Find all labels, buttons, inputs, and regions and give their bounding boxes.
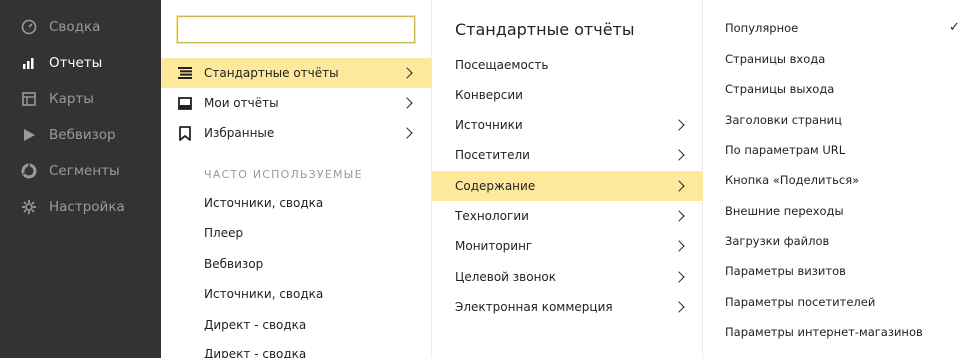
- menu-item-monitoring[interactable]: Мониторинг: [432, 231, 703, 261]
- nav-item-segments[interactable]: Сегменты: [0, 156, 161, 186]
- report-menu-panel: Стандартные отчёты Мои отчёты Избранные …: [161, 0, 432, 358]
- nav-label: Сводка: [49, 19, 101, 35]
- menu-item-label: Посещаемость: [455, 58, 549, 72]
- search-input[interactable]: [177, 16, 415, 43]
- report-item[interactable]: Параметры визитов: [725, 264, 965, 278]
- chevron-right-icon: [673, 301, 685, 313]
- menu-item-favorites[interactable]: Избранные: [161, 118, 432, 148]
- report-item[interactable]: Внешние переходы: [725, 204, 965, 218]
- bar-chart-icon: [21, 55, 37, 71]
- menu-item-label: Посетители: [455, 148, 530, 162]
- chevron-right-icon: [673, 149, 685, 161]
- app-window: Сводка Отчеты Карты Вебвизор Сегменты На…: [0, 0, 969, 358]
- nav-item-settings[interactable]: Настройка: [0, 192, 161, 222]
- menu-item-my-reports[interactable]: Мои отчёты: [161, 88, 432, 118]
- menu-item-content[interactable]: Содержание: [432, 171, 703, 201]
- menu-item-label: Избранные: [204, 126, 275, 140]
- inbox-icon: [177, 95, 193, 111]
- menu-item-standard-reports[interactable]: Стандартные отчёты: [161, 58, 432, 88]
- frequent-link[interactable]: Источники, сводка: [204, 196, 323, 210]
- menu-item-attendance[interactable]: Посещаемость: [432, 50, 703, 80]
- nav-label: Карты: [49, 91, 94, 107]
- content-reports-panel: ✓ Популярное Страницы входа Страницы вых…: [703, 0, 969, 358]
- report-item[interactable]: Популярное: [725, 21, 965, 35]
- menu-item-target-call[interactable]: Целевой звонок: [432, 262, 703, 292]
- main-nav: Сводка Отчеты Карты Вебвизор Сегменты На…: [0, 0, 161, 358]
- menu-item-label: Электронная коммерция: [455, 300, 613, 314]
- frequent-link[interactable]: Директ - сводка: [204, 318, 306, 332]
- chevron-right-icon: [401, 67, 413, 79]
- report-item[interactable]: Кнопка «Поделиться»: [725, 173, 965, 187]
- menu-item-label: Содержание: [455, 179, 536, 193]
- nav-item-maps[interactable]: Карты: [0, 84, 161, 114]
- nav-item-summary[interactable]: Сводка: [0, 12, 161, 42]
- report-item[interactable]: Параметры интернет-магазинов: [725, 325, 965, 339]
- menu-item-sources[interactable]: Источники: [432, 110, 703, 140]
- frequent-link[interactable]: Вебвизор: [204, 257, 263, 271]
- menu-item-label: Мониторинг: [455, 239, 533, 253]
- nav-label: Отчеты: [49, 55, 103, 71]
- chevron-right-icon: [673, 119, 685, 131]
- frequent-section-title: ЧАСТО ИСПОЛЬЗУЕМЫЕ: [204, 168, 363, 181]
- segments-icon: [21, 163, 37, 179]
- nav-label: Настройка: [49, 199, 125, 215]
- report-item[interactable]: Параметры посетителей: [725, 295, 965, 309]
- menu-item-label: Источники: [455, 118, 523, 132]
- panel-title: Стандартные отчёты: [455, 20, 635, 39]
- report-item[interactable]: Страницы выхода: [725, 82, 965, 96]
- frequent-link[interactable]: Директ - сводка: [204, 347, 306, 358]
- frequent-link[interactable]: Источники, сводка: [204, 287, 323, 301]
- menu-item-label: Стандартные отчёты: [204, 66, 339, 80]
- chevron-right-icon: [401, 97, 413, 109]
- menu-item-conversions[interactable]: Конверсии: [432, 80, 703, 110]
- standard-reports-panel: Стандартные отчёты Посещаемость Конверси…: [432, 0, 703, 358]
- nav-label: Сегменты: [49, 163, 120, 179]
- chevron-right-icon: [401, 127, 413, 139]
- report-item[interactable]: Страницы входа: [725, 52, 965, 66]
- frequent-link[interactable]: Плеер: [204, 226, 243, 240]
- menu-item-label: Мои отчёты: [204, 96, 279, 110]
- menu-item-technologies[interactable]: Технологии: [432, 201, 703, 231]
- nav-item-webvisor[interactable]: Вебвизор: [0, 120, 161, 150]
- report-item[interactable]: По параметрам URL: [725, 143, 965, 157]
- chevron-right-icon: [673, 210, 685, 222]
- map-icon: [21, 91, 37, 107]
- nav-item-reports[interactable]: Отчеты: [0, 48, 161, 78]
- bookmark-icon: [177, 125, 193, 141]
- menu-item-ecommerce[interactable]: Электронная коммерция: [432, 292, 703, 322]
- gear-icon: [21, 199, 37, 215]
- menu-item-label: Целевой звонок: [455, 270, 557, 284]
- chevron-right-icon: [673, 271, 685, 283]
- chevron-right-icon: [673, 240, 685, 252]
- report-item[interactable]: Загрузки файлов: [725, 234, 965, 248]
- menu-item-label: Конверсии: [455, 88, 523, 102]
- dashboard-icon: [21, 19, 37, 35]
- report-item[interactable]: Заголовки страниц: [725, 113, 965, 127]
- nav-label: Вебвизор: [49, 127, 116, 143]
- menu-item-visitors[interactable]: Посетители: [432, 140, 703, 170]
- menu-item-label: Технологии: [455, 209, 529, 223]
- chevron-right-icon: [673, 180, 685, 192]
- list-icon: [177, 65, 193, 81]
- play-icon: [21, 127, 37, 143]
